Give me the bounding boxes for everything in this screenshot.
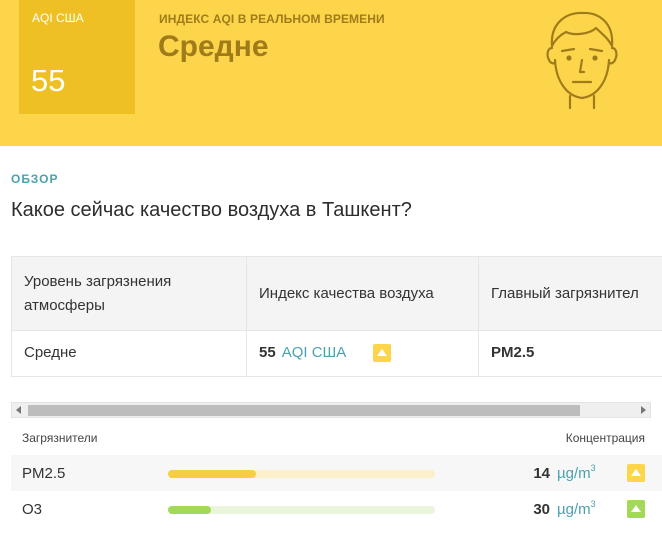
unit-superscript: 3: [590, 463, 596, 473]
cell-main-pollutant-value: PM2.5: [491, 344, 535, 361]
pollutant-level-track: [168, 470, 435, 478]
cell-aqi-unit: AQI США: [281, 344, 347, 361]
aqi-hero-banner: AQI США 55 ИНДЕКС AQI В РЕАЛЬНОМ ВРЕМЕНИ…: [0, 0, 662, 146]
column-divider: [246, 257, 247, 376]
unit-text: µg/m: [557, 501, 591, 518]
header-main-pollutant: Главный загрязнител: [491, 285, 639, 302]
column-divider: [478, 257, 479, 376]
unit-text: µg/m: [557, 465, 591, 482]
aqi-unit-label: AQI США: [32, 11, 84, 25]
pollutant-name: PM2.5: [22, 465, 66, 482]
cell-level: Средне: [24, 344, 77, 361]
pollutant-level-up-icon[interactable]: [627, 500, 645, 518]
concentration-header: Концентрация: [565, 431, 645, 445]
pollutant-unit: µg/m3: [557, 463, 596, 482]
cell-main-pollutant: PM2.5: [491, 344, 534, 361]
pollutants-header: Загрязнители: [22, 431, 98, 445]
pollutant-name: O3: [22, 501, 43, 518]
cell-aqi: 55 AQI США: [259, 344, 346, 361]
pollutant-level-track: [168, 506, 435, 514]
unit-superscript: 3: [590, 499, 596, 509]
header-pollution-level: Уровень загрязнения атмосферы: [24, 273, 172, 314]
scroll-left-icon[interactable]: [16, 406, 21, 414]
pollutant-level-fill: [168, 506, 211, 514]
aqi-value: 55: [31, 63, 66, 98]
moderate-face-icon: [546, 11, 618, 110]
aqi-level-up-icon[interactable]: [373, 344, 391, 362]
overview-question: Какое сейчас качество воздуха в Ташкент?: [11, 199, 412, 221]
table-header: Уровень загрязнения атмосферы Индекс кач…: [12, 257, 662, 330]
aqi-value-box: AQI США 55: [19, 0, 135, 114]
scroll-right-icon[interactable]: [641, 406, 646, 414]
cell-aqi-value: 55: [259, 344, 276, 361]
pollutant-unit: µg/m3: [557, 499, 596, 518]
scrollbar-thumb[interactable]: [28, 405, 580, 416]
pollutant-row-o3: O3 30 µg/m3: [11, 491, 662, 527]
header-aqi: Индекс качества воздуха: [259, 285, 434, 302]
realtime-aqi-subtitle: ИНДЕКС AQI В РЕАЛЬНОМ ВРЕМЕНИ: [159, 12, 385, 26]
pollutant-row-pm25: PM2.5 14 µg/m3: [11, 455, 662, 491]
aqi-status-title: Средне: [158, 30, 269, 63]
pollutant-value: 30: [533, 501, 550, 518]
horizontal-scrollbar[interactable]: [11, 402, 651, 418]
pollutant-level-up-icon[interactable]: [627, 464, 645, 482]
pollutant-value: 14: [533, 465, 550, 482]
overview-label: ОБЗОР: [11, 172, 59, 186]
aqi-summary-table: Уровень загрязнения атмосферы Индекс кач…: [11, 256, 662, 377]
pollutant-level-fill: [168, 470, 257, 478]
